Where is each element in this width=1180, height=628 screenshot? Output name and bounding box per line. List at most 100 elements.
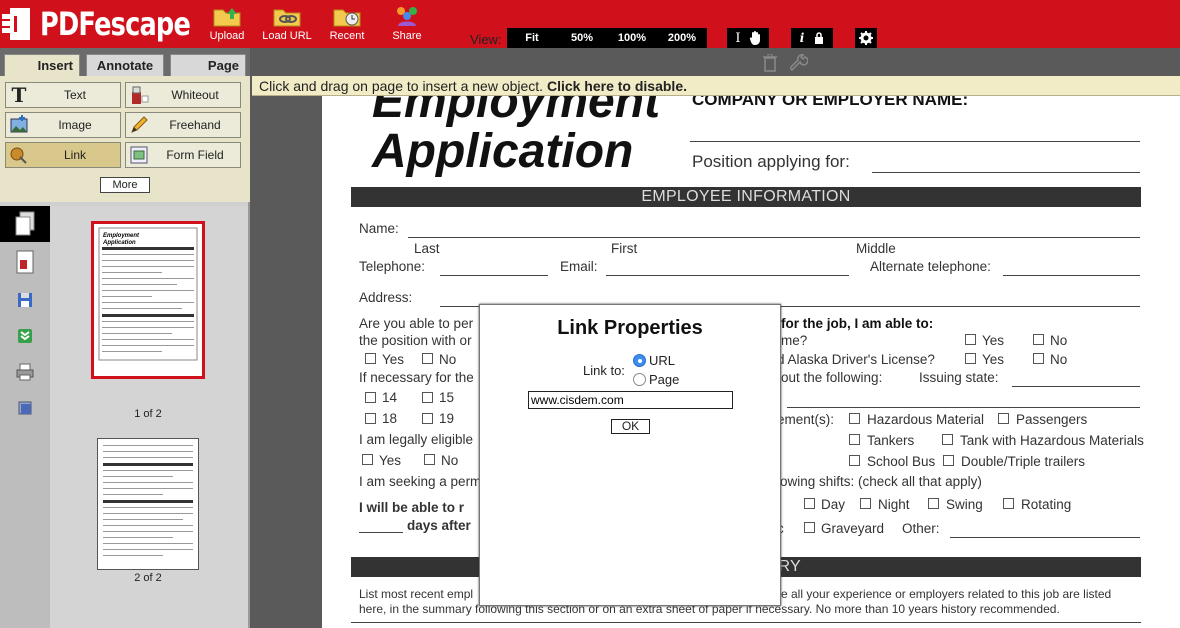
doc-first-label: First	[611, 241, 638, 256]
trash-icon[interactable]	[762, 54, 778, 72]
doc-checkbox[interactable]	[849, 434, 860, 445]
pages-view-button[interactable]	[0, 206, 50, 242]
doc-company-line	[690, 141, 1140, 142]
doc-for-the-job-text: for the job, I am able to:	[781, 316, 934, 331]
doc-alt-tel-line	[1003, 275, 1140, 276]
download-button[interactable]	[0, 318, 50, 354]
print-button[interactable]	[0, 354, 50, 390]
tab-annotate[interactable]: Annotate	[86, 54, 164, 76]
doc-checkbox[interactable]	[928, 498, 939, 509]
doc-checkbox[interactable]	[422, 413, 433, 424]
doc-checkbox[interactable]	[860, 498, 871, 509]
recent-button[interactable]: Recent	[317, 4, 377, 46]
view-zoom-group: Fit 50% 100% 200%	[507, 28, 707, 48]
doc-blank-line	[787, 407, 1140, 408]
settings-tool	[855, 28, 877, 48]
doc-address-label: Address:	[359, 290, 413, 305]
doc-checkbox[interactable]	[804, 522, 815, 533]
doc-checkbox[interactable]	[849, 455, 860, 466]
freehand-tool-button[interactable]: Freehand	[125, 112, 241, 138]
doc-checkbox[interactable]	[998, 413, 1009, 424]
doc-email-line	[606, 275, 849, 276]
document-pdf-button[interactable]	[0, 244, 50, 280]
tab-insert[interactable]: Insert	[4, 54, 80, 76]
doc-last-label: Last	[414, 241, 440, 256]
wrench-icon[interactable]	[790, 54, 808, 72]
doc-yes-label: Yes	[982, 352, 1005, 367]
doc-checkbox[interactable]	[362, 454, 373, 465]
window-icon	[18, 401, 32, 415]
doc-checkbox[interactable]	[965, 334, 976, 345]
save-button[interactable]	[0, 282, 50, 318]
disable-hint-link[interactable]: Click here to disable.	[547, 78, 687, 94]
doc-18-label: 18	[382, 411, 398, 426]
doc-checkbox[interactable]	[1033, 334, 1044, 345]
form-field-icon	[130, 146, 148, 164]
view-fit-button[interactable]: Fit	[507, 28, 557, 48]
view-50-button[interactable]: 50%	[557, 28, 607, 48]
doc-name-line	[408, 237, 1140, 238]
doc-14-label: 14	[382, 390, 398, 405]
image-tool-button[interactable]: Image	[5, 112, 121, 138]
doc-bottom-line	[351, 622, 1141, 623]
thumbnail-page-2[interactable]	[97, 438, 199, 570]
doc-checkbox[interactable]	[424, 454, 435, 465]
doc-issuing-state-line	[1012, 386, 1140, 387]
cursor-tools: I	[727, 28, 769, 48]
folder-clock-icon	[333, 9, 361, 27]
save-disk-icon	[18, 293, 32, 307]
doc-checkbox[interactable]	[365, 392, 376, 403]
share-button[interactable]: Share	[377, 4, 437, 46]
text-cursor-icon[interactable]: I	[735, 31, 740, 46]
tab-page[interactable]: Page	[170, 54, 246, 76]
view-200-button[interactable]: 200%	[657, 28, 707, 48]
doc-checkbox[interactable]	[422, 353, 433, 364]
doc-title-application: Application	[372, 125, 634, 178]
pdf-document-icon	[16, 250, 34, 274]
more-tools-button[interactable]: More	[100, 177, 150, 193]
hand-icon[interactable]	[749, 31, 761, 45]
doc-checkbox[interactable]	[365, 413, 376, 424]
logo-icon	[2, 6, 34, 42]
form-field-tool-button[interactable]: Form Field	[125, 142, 241, 168]
doc-checkbox[interactable]	[943, 455, 954, 466]
text-tool-button[interactable]: T Text	[5, 82, 121, 108]
url-input[interactable]	[528, 391, 733, 409]
window-button[interactable]	[0, 390, 50, 426]
svg-text:Employment: Employment	[103, 233, 140, 239]
doc-no-label: No	[1050, 333, 1068, 348]
lock-icon[interactable]	[814, 32, 824, 44]
doc-checkbox[interactable]	[365, 353, 376, 364]
url-radio[interactable]	[633, 354, 646, 367]
view-100-button[interactable]: 100%	[607, 28, 657, 48]
link-tool-button[interactable]: Link	[5, 142, 121, 168]
doc-able-text: Are you able to per	[359, 316, 474, 331]
doc-tank-haz-label: Tank with Hazardous Materials	[960, 433, 1144, 448]
doc-if-necessary-text: If necessary for the	[359, 370, 474, 385]
doc-following-shifts-text: llowing shifts: (check all that apply)	[774, 474, 982, 489]
pages-icon	[15, 211, 35, 236]
whiteout-tool-button[interactable]: Whiteout	[125, 82, 241, 108]
doc-checkbox[interactable]	[849, 413, 860, 424]
thumbnail-page-1[interactable]: Employment Application	[91, 221, 205, 379]
info-icon[interactable]: i	[800, 31, 805, 45]
page-thumbnails: Employment Application 1 of 2 2 of 2	[50, 206, 248, 628]
doc-checkbox[interactable]	[1003, 498, 1014, 509]
doc-no-label: No	[441, 453, 459, 468]
doc-days-after-text: days after	[407, 518, 471, 533]
doc-checkbox[interactable]	[942, 434, 953, 445]
doc-checkbox[interactable]	[965, 353, 976, 364]
doc-checkbox[interactable]	[1033, 353, 1044, 364]
doc-rotating-label: Rotating	[1021, 497, 1072, 512]
doc-telephone-line	[440, 275, 548, 276]
doc-checkbox[interactable]	[804, 498, 815, 509]
page-radio[interactable]	[633, 373, 646, 386]
thumbnail-label-2: 2 of 2	[134, 572, 162, 584]
doc-position-with-text: the position with or	[359, 333, 472, 348]
ok-button[interactable]: OK	[611, 419, 650, 434]
pdfescape-logo[interactable]: PDFescape	[0, 2, 228, 46]
gear-icon[interactable]	[859, 31, 873, 45]
load-url-button[interactable]: Load URL	[257, 4, 317, 46]
upload-button[interactable]: Upload	[197, 4, 257, 46]
doc-checkbox[interactable]	[422, 392, 433, 403]
